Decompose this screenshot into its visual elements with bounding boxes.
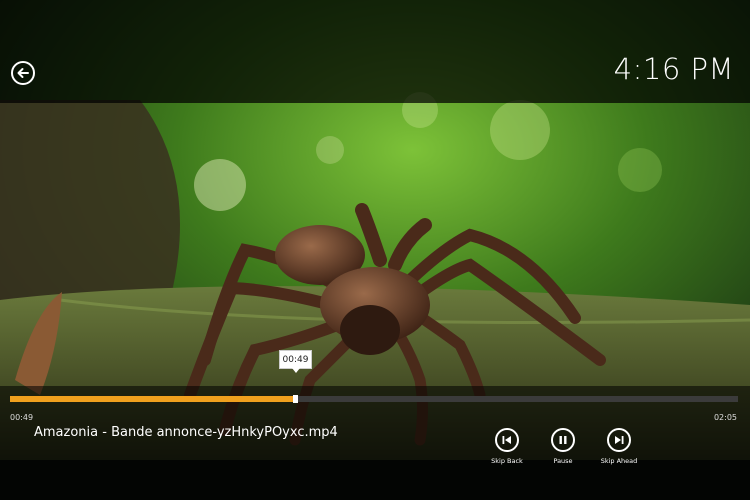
- elapsed-time: 00:49: [10, 413, 34, 422]
- pause-circle: [551, 428, 575, 452]
- skip-ahead-icon: [615, 436, 624, 444]
- media-title: Amazonia - Bande annonce-yzHnkyPOyxc.mp4: [34, 425, 338, 440]
- seek-bar-thumb[interactable]: [293, 395, 299, 403]
- skip-ahead-circle: [607, 428, 631, 452]
- pause-icon: [559, 436, 567, 444]
- pause-button[interactable]: Pause: [538, 428, 588, 465]
- skip-back-button[interactable]: Skip Back: [482, 428, 532, 465]
- skip-back-circle: [495, 428, 519, 452]
- pause-label: Pause: [553, 457, 573, 465]
- top-app-bar: 4:16 PM: [0, 0, 750, 103]
- seek-bar-progress: [10, 396, 296, 402]
- video-player-screen: 4:16 PM 00:49 00:49 02:05 Amazonia - Ban…: [0, 0, 750, 500]
- back-button[interactable]: [11, 61, 35, 85]
- skip-back-label: Skip Back: [491, 457, 523, 465]
- bottom-strip: [0, 460, 750, 500]
- seek-tooltip: 00:49: [279, 350, 312, 369]
- total-duration: 02:05: [713, 413, 737, 422]
- seek-tooltip-tail: [292, 368, 300, 373]
- clock: 4:16 PM: [613, 52, 734, 86]
- skip-ahead-label: Skip Ahead: [600, 457, 638, 465]
- seek-bar[interactable]: [10, 395, 738, 403]
- back-arrow-icon: [17, 68, 29, 78]
- skip-back-icon: [502, 436, 511, 444]
- skip-ahead-button[interactable]: Skip Ahead: [594, 428, 644, 465]
